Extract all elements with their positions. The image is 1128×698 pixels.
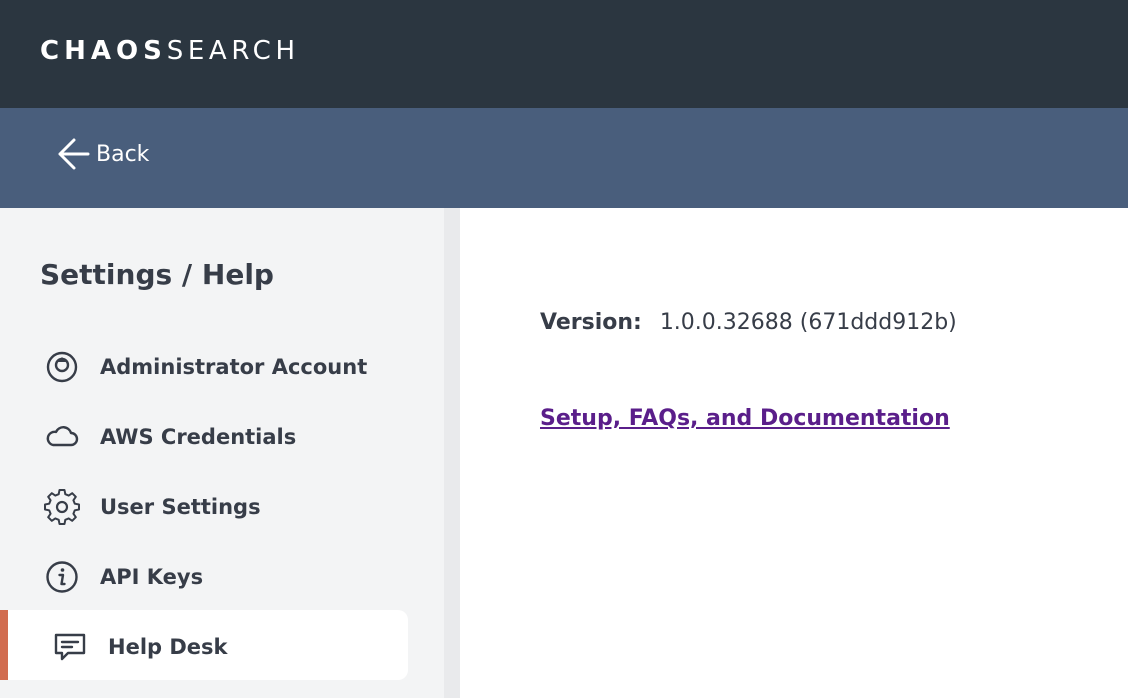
sidebar-item-label: API Keys xyxy=(100,565,204,589)
gear-icon xyxy=(40,485,84,529)
version-value: 1.0.0.32688 (671ddd912b) xyxy=(659,310,957,335)
sidebar-item-help-desk[interactable]: Help Desk xyxy=(48,622,408,672)
back-button[interactable]: Back xyxy=(56,136,149,172)
sidebar-item-administrator-account[interactable]: Administrator Account xyxy=(40,342,400,392)
sidebar-title: Settings / Help xyxy=(40,258,274,291)
arrow-left-icon xyxy=(58,138,90,170)
version-label: Version: xyxy=(540,310,642,335)
sidebar-item-label: Administrator Account xyxy=(100,355,368,379)
documentation-link[interactable]: Setup, FAQs, and Documentation xyxy=(540,406,950,431)
chat-icon xyxy=(48,625,92,669)
sidebar-item-label: Help Desk xyxy=(108,635,228,659)
active-nav-accent xyxy=(0,610,8,680)
sidebar-item-aws-credentials[interactable]: AWS Credentials xyxy=(40,412,400,462)
logo-light-text: SEARCH xyxy=(166,36,300,66)
chaossearch-logo[interactable]: CHAOSSEARCH xyxy=(40,36,300,66)
back-label: Back xyxy=(96,141,150,167)
sidebar-item-label: AWS Credentials xyxy=(100,425,297,449)
cloud-icon xyxy=(40,415,84,459)
back-navigation-bar xyxy=(0,108,1128,208)
logo-bold-text: CHAOS xyxy=(40,36,167,66)
sidebar-divider xyxy=(444,208,460,698)
sidebar-item-api-keys[interactable]: API Keys xyxy=(40,552,400,602)
version-info: Version: 1.0.0.32688 (671ddd912b) xyxy=(540,310,957,335)
sidebar-item-user-settings[interactable]: User Settings xyxy=(40,482,400,532)
info-icon xyxy=(40,555,84,599)
sidebar-item-label: User Settings xyxy=(100,495,261,519)
top-header-bar: CHAOSSEARCH xyxy=(0,0,1128,108)
user-circle-icon xyxy=(40,345,84,389)
